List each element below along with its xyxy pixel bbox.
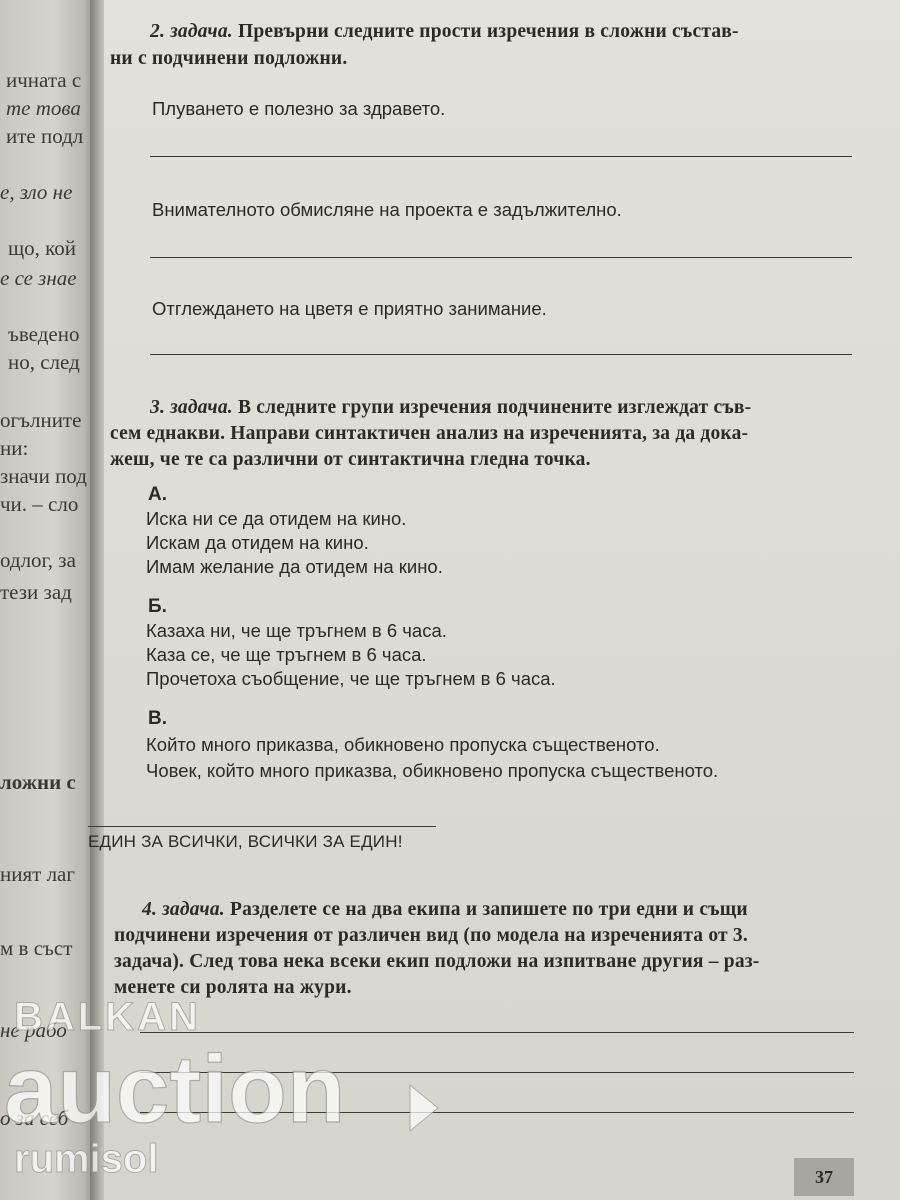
- left-page-fragment: не рабо: [0, 1018, 67, 1042]
- left-page-fragment: е, зло не: [0, 180, 73, 204]
- left-page-fragment: ният лаг: [0, 862, 75, 886]
- task2-number: 2. задача.: [150, 21, 233, 42]
- group-label-b: Б.: [148, 596, 167, 617]
- task2-heading-line2: ни с подчинени подложни.: [110, 48, 348, 69]
- group-label-c: В.: [148, 708, 167, 729]
- left-page-fragment: м в съст: [0, 936, 73, 960]
- group-a-sentence: Иска ни се да отидем на кино.: [146, 508, 407, 529]
- slogan-rule: [88, 826, 436, 827]
- task2-sentence: Внимателното обмисляне на проекта е задъ…: [152, 199, 622, 220]
- left-page-fragment: ите подл: [6, 124, 84, 148]
- group-label-a: А.: [148, 484, 167, 505]
- left-page-fragment: що, кой: [8, 236, 77, 260]
- left-page-fragment: тези зад: [0, 580, 72, 604]
- group-b-sentence: Прочетоха съобщение, че ще тръгнем в 6 ч…: [146, 668, 556, 689]
- left-page-fragment: ичната с: [6, 68, 82, 92]
- left-page-fragment: одлог, за: [0, 548, 76, 572]
- group-b-sentence: Каза се, че ще тръгнем в 6 часа.: [146, 644, 427, 665]
- answer-line[interactable]: [150, 156, 852, 157]
- left-page-fragment: но, след: [8, 350, 80, 374]
- task2-text: Превърни следните прости изречения в сло…: [237, 21, 739, 42]
- task4-number: 4. задача.: [142, 899, 225, 920]
- task2-sentence: Отглеждането на цветя е приятно занимани…: [152, 298, 547, 319]
- task2-heading-line1: 2. задача. Превърни следните прости изре…: [150, 18, 739, 45]
- answer-line[interactable]: [150, 257, 852, 258]
- left-page-fragment: ни:: [0, 436, 29, 460]
- page-number: 37: [794, 1158, 854, 1196]
- answer-line[interactable]: [140, 1032, 854, 1033]
- left-facing-page: ичната с те това ите подл е, зло не що, …: [0, 0, 96, 1200]
- task2-sentence: Плуването е полезно за здравето.: [152, 98, 446, 119]
- left-page-fragment: ложни с: [0, 770, 76, 794]
- book-page: 2. задача. Превърни следните прости изре…: [88, 0, 900, 1200]
- task4-heading-line2: подчинени изречения от различен вид (по …: [114, 925, 748, 946]
- left-page-fragment: те това: [6, 96, 81, 120]
- group-b-sentence: Казаха ни, че ще тръгнем в 6 часа.: [146, 620, 447, 641]
- task4-heading-line4: менете си ролята на жури.: [114, 977, 352, 998]
- task3-number: 3. задача.: [150, 397, 233, 418]
- left-page-fragment: значи под: [0, 464, 87, 488]
- group-a-sentence: Искам да отидем на кино.: [146, 532, 369, 553]
- group-a-sentence: Имам желание да отидем на кино.: [146, 556, 443, 577]
- task4-heading-line3: задача). След това нека всеки екип подло…: [114, 951, 760, 972]
- task3-heading-line2: сем еднакви. Направи синтактичен анализ …: [110, 423, 749, 444]
- left-page-fragment: о за себ: [0, 1106, 69, 1130]
- task4-heading-line1: 4. задача. Разделете се на два екипа и з…: [142, 896, 748, 923]
- group-c-sentence: Който много приказва, обикновено пропуск…: [146, 734, 660, 755]
- answer-line[interactable]: [150, 354, 852, 355]
- left-page-fragment: чи. – сло: [0, 492, 79, 516]
- task3-text: В следните групи изречения подчинените и…: [237, 397, 752, 418]
- task3-heading-line3: жеш, че те са различни от синтактична гл…: [110, 449, 591, 470]
- task3-heading-line1: 3. задача. В следните групи изречения по…: [150, 394, 751, 421]
- left-page-fragment: огълните: [0, 408, 82, 432]
- left-page-fragment: ъведено: [8, 322, 80, 346]
- left-page-fragment: е се знае: [0, 266, 77, 290]
- slogan: ЕДИН ЗА ВСИЧКИ, ВСИЧКИ ЗА ЕДИН!: [88, 832, 403, 851]
- group-c-sentence: Човек, който много приказва, обикновено …: [146, 760, 719, 781]
- answer-line[interactable]: [140, 1072, 854, 1073]
- answer-line[interactable]: [140, 1112, 854, 1113]
- task4-text: Разделете се на два екипа и запишете по …: [229, 899, 748, 920]
